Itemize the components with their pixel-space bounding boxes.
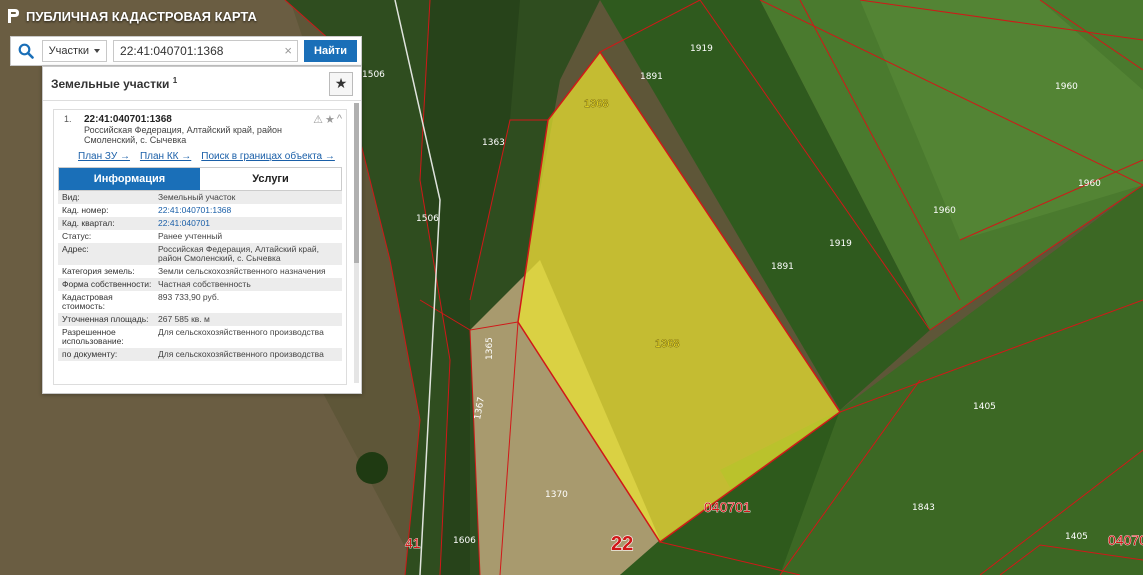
- property-value[interactable]: 22:41:040701: [158, 219, 338, 228]
- property-value: 893 733,90 руб.: [158, 292, 220, 302]
- property-key: Уточненная площадь:: [62, 314, 149, 324]
- quarter-label: 040701: [704, 499, 751, 515]
- property-key: Разрешенное использование:: [62, 327, 124, 346]
- property-row: Статус: Ранее учтенный: [58, 230, 342, 243]
- tab-information[interactable]: Информация: [59, 168, 200, 190]
- favorite-star-icon[interactable]: ★: [329, 71, 353, 96]
- parcel-label: 1919: [690, 44, 713, 54]
- parcel-label: 1960: [1078, 179, 1101, 189]
- district-label: 41: [405, 535, 421, 551]
- property-row: Форма собственности: Частная собственност…: [58, 278, 342, 291]
- search-input[interactable]: [113, 40, 299, 62]
- parcel-label: 1891: [640, 72, 663, 82]
- scrollbar-thumb[interactable]: [354, 103, 359, 263]
- panel-scrollbar[interactable]: [354, 103, 359, 383]
- plan-zu-link[interactable]: План ЗУ →: [78, 151, 130, 162]
- property-key: Кадастровая стоимость:: [62, 292, 113, 311]
- panel-title-text: Земельные участки: [51, 77, 170, 91]
- panel-header: Земельные участки 1 ★: [43, 67, 361, 101]
- property-value: 267 585 кв. м: [158, 314, 210, 324]
- app-title: ПУБЛИЧНАЯ КАДАСТРОВАЯ КАРТА: [26, 8, 257, 24]
- parcel-label: 1891: [771, 262, 794, 272]
- search-in-bounds-link[interactable]: Поиск в границах объекта →: [201, 151, 335, 162]
- category-select[interactable]: Участки: [41, 40, 108, 62]
- property-row: Кад. квартал: 22:41:040701: [58, 217, 342, 230]
- district-label: 22: [611, 533, 633, 555]
- property-key: Кад. номер:: [62, 205, 109, 215]
- rosreestr-logo-icon: [6, 7, 20, 25]
- property-value: Для сельскохозяйственного производства: [158, 349, 324, 359]
- collapse-icon[interactable]: ^: [337, 113, 342, 126]
- parcel-label: 1506: [362, 70, 385, 80]
- clear-icon[interactable]: ×: [284, 43, 292, 59]
- parcel-label: 1506: [416, 214, 439, 224]
- parcel-label: 1606: [453, 536, 476, 546]
- property-key: Кад. квартал:: [62, 218, 115, 228]
- parcel-label: 1919: [829, 239, 852, 249]
- property-row: Кад. номер: 22:41:040701:1368: [58, 204, 342, 217]
- property-row: Адрес: Российская Федерация, Алтайский кр…: [58, 243, 342, 265]
- result-header: 1. 22:41:040701:1368 Российская Федераци…: [54, 110, 346, 145]
- parcel-label: 1405: [973, 402, 996, 412]
- warning-icon[interactable]: ⚠: [313, 113, 323, 126]
- property-value[interactable]: 22:41:040701:1368: [158, 206, 338, 215]
- result-links: План ЗУ → План КК → Поиск в границах объ…: [54, 145, 346, 162]
- app-header: ПУБЛИЧНАЯ КАДАСТРОВАЯ КАРТА: [6, 7, 257, 25]
- property-key: по документу:: [62, 349, 118, 359]
- parcel-label: 1370: [545, 490, 568, 500]
- quarter-label: 040701: [1108, 532, 1143, 548]
- property-list: Вид: Земельный участок Кад. номер: 22:41:04…: [58, 191, 342, 361]
- plan-kk-link[interactable]: План КК →: [140, 151, 191, 162]
- property-value: Для сельскохозяйственного производства: [158, 327, 324, 337]
- property-key: Адрес:: [62, 244, 89, 254]
- property-row: Кадастровая стоимость: 893 733,90 руб.: [58, 291, 342, 313]
- parcel-label: 1960: [933, 206, 956, 216]
- property-value: Ранее учтенный: [158, 231, 223, 241]
- parcel-label: 1368: [655, 338, 679, 350]
- property-key: Форма собственности:: [62, 279, 152, 289]
- property-key: Категория земель:: [62, 266, 135, 276]
- property-row: Разрешенное использование: Для сельскохоз…: [58, 326, 342, 348]
- property-row: Уточненная площадь: 267 585 кв. м: [58, 313, 342, 326]
- star-icon[interactable]: ★: [325, 113, 335, 126]
- panel-title: Земельные участки 1: [51, 76, 177, 91]
- search-bar: Участки × Найти: [10, 36, 362, 66]
- property-key: Вид:: [62, 192, 80, 202]
- results-panel: Земельные участки 1 ★ 1. 22:41:040701:13…: [42, 66, 362, 394]
- category-select-value: Участки: [48, 45, 90, 57]
- parcel-label: 1365: [485, 337, 495, 360]
- cadastral-number[interactable]: 22:41:040701:1368: [84, 114, 340, 125]
- search-input-wrap: ×: [113, 40, 299, 62]
- tab-services[interactable]: Услуги: [200, 168, 341, 190]
- parcel-label: 1363: [482, 138, 505, 148]
- property-value: Российская Федерация, Алтайский край, ра…: [158, 244, 319, 263]
- property-row: Вид: Земельный участок: [58, 191, 342, 204]
- property-row: по документу: Для сельскохозяйственного п…: [58, 348, 342, 361]
- parcel-label: 1960: [1055, 82, 1078, 92]
- property-key: Статус:: [62, 231, 92, 241]
- chevron-down-icon: [94, 49, 101, 53]
- property-value: Частная собственность: [158, 279, 251, 289]
- property-value: Земли сельскохозяйственного назначения: [158, 266, 326, 276]
- property-value: Земельный участок: [158, 192, 236, 202]
- parcel-label: 1843: [912, 503, 935, 513]
- property-row: Категория земель: Земли сельскохозяйствен…: [58, 265, 342, 278]
- result-address: Российская Федерация, Алтайский край, ра…: [84, 125, 282, 145]
- parcel-label: 1368: [584, 98, 608, 110]
- result-index: 1.: [64, 114, 72, 124]
- result-card: 1. 22:41:040701:1368 Российская Федераци…: [53, 109, 347, 385]
- find-button[interactable]: Найти: [304, 40, 357, 62]
- result-count: 1: [172, 76, 178, 85]
- result-actions: ⚠ ★ ^: [313, 113, 342, 126]
- search-icon[interactable]: [17, 41, 36, 61]
- info-tabs: Информация Услуги: [58, 167, 342, 191]
- parcel-label: 1405: [1065, 532, 1088, 542]
